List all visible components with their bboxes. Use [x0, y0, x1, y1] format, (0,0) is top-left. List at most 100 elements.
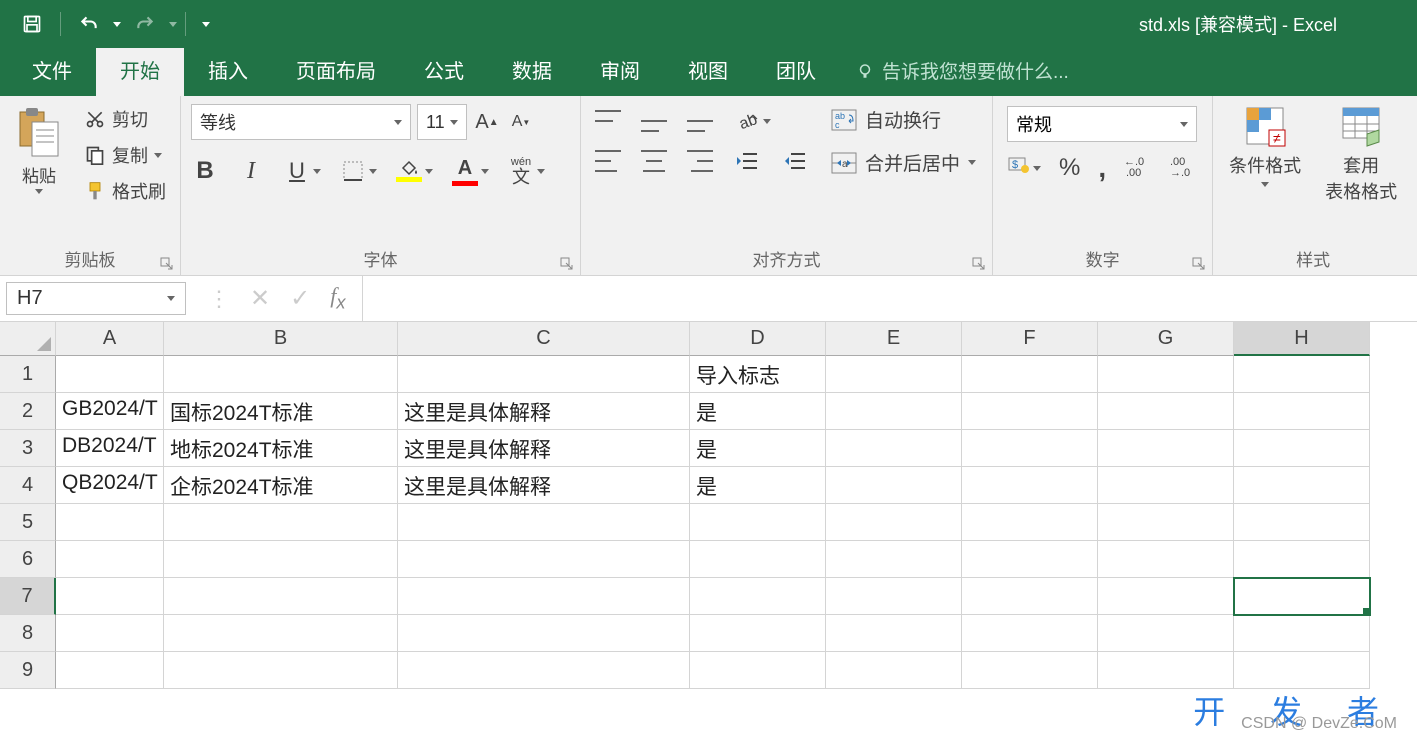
orientation-button[interactable]: ab: [733, 106, 761, 136]
cell[interactable]: [826, 356, 962, 393]
cell[interactable]: [56, 578, 164, 615]
tab-layout[interactable]: 页面布局: [272, 45, 400, 96]
row-header[interactable]: 8: [0, 615, 56, 652]
cell[interactable]: [164, 615, 398, 652]
cell[interactable]: [826, 615, 962, 652]
cell[interactable]: [962, 430, 1098, 467]
orientation-dropdown[interactable]: [763, 119, 771, 124]
font-size-select[interactable]: 11: [417, 104, 467, 140]
column-header[interactable]: G: [1098, 322, 1234, 356]
cell[interactable]: [1234, 430, 1370, 467]
comma-button[interactable]: ,: [1098, 152, 1106, 184]
cell[interactable]: [1098, 504, 1234, 541]
phonetic-button[interactable]: wén 文: [507, 156, 535, 186]
number-launcher[interactable]: [1192, 257, 1206, 271]
undo-button[interactable]: [69, 4, 109, 44]
font-color-dropdown[interactable]: [481, 169, 489, 174]
cell[interactable]: 是: [690, 430, 826, 467]
cell[interactable]: [56, 541, 164, 578]
column-header[interactable]: C: [398, 322, 690, 356]
cell[interactable]: [962, 541, 1098, 578]
tab-review[interactable]: 审阅: [576, 45, 664, 96]
cell[interactable]: 地标2024T标准: [164, 430, 398, 467]
cell[interactable]: [56, 504, 164, 541]
redo-button[interactable]: [125, 4, 165, 44]
cell[interactable]: [1234, 652, 1370, 689]
cell[interactable]: [164, 541, 398, 578]
cell[interactable]: [690, 652, 826, 689]
fx-button[interactable]: fx: [330, 283, 345, 313]
tab-home[interactable]: 开始: [96, 45, 184, 96]
column-header[interactable]: D: [690, 322, 826, 356]
cell[interactable]: [690, 541, 826, 578]
cell[interactable]: [962, 652, 1098, 689]
row-header[interactable]: 7: [0, 578, 56, 615]
bold-button[interactable]: B: [191, 156, 219, 186]
column-header[interactable]: A: [56, 322, 164, 356]
save-button[interactable]: [12, 4, 52, 44]
shrink-font-button[interactable]: A▼: [507, 107, 535, 137]
cell[interactable]: [962, 615, 1098, 652]
paste-button[interactable]: 粘贴: [6, 100, 72, 198]
cell[interactable]: [826, 393, 962, 430]
cancel-formula-button[interactable]: ✕: [250, 284, 270, 313]
cell[interactable]: [398, 615, 690, 652]
row-header[interactable]: 3: [0, 430, 56, 467]
font-name-select[interactable]: 等线: [191, 104, 411, 140]
cell[interactable]: [398, 356, 690, 393]
cell[interactable]: [398, 541, 690, 578]
row-header[interactable]: 5: [0, 504, 56, 541]
cell[interactable]: [1098, 430, 1234, 467]
cell[interactable]: [826, 578, 962, 615]
column-header[interactable]: F: [962, 322, 1098, 356]
tab-data[interactable]: 数据: [488, 45, 576, 96]
align-middle-button[interactable]: [641, 110, 667, 132]
row-header[interactable]: 2: [0, 393, 56, 430]
cell[interactable]: [826, 504, 962, 541]
fbar-expand-icon[interactable]: ⋮: [208, 286, 230, 312]
border-dropdown[interactable]: [369, 169, 377, 174]
cut-button[interactable]: 剪切: [80, 104, 170, 134]
align-right-button[interactable]: [687, 150, 713, 172]
copy-button[interactable]: 复制: [80, 140, 170, 170]
cell[interactable]: [1098, 393, 1234, 430]
qat-customize[interactable]: [202, 22, 210, 27]
grow-font-button[interactable]: A▲: [473, 107, 501, 137]
cell[interactable]: [398, 504, 690, 541]
cell[interactable]: 是: [690, 467, 826, 504]
italic-button[interactable]: I: [237, 156, 265, 186]
cell[interactable]: 导入标志: [690, 356, 826, 393]
percent-button[interactable]: %: [1059, 154, 1080, 182]
cell[interactable]: [1098, 467, 1234, 504]
cell[interactable]: [164, 652, 398, 689]
border-button[interactable]: [339, 156, 367, 186]
cell[interactable]: [690, 578, 826, 615]
cell[interactable]: [56, 356, 164, 393]
cell[interactable]: [826, 541, 962, 578]
name-box[interactable]: H7: [6, 282, 186, 315]
font-launcher[interactable]: [560, 257, 574, 271]
tell-me-search[interactable]: 告诉我您想要做什么...: [840, 57, 1085, 96]
indent-decrease-button[interactable]: [733, 146, 761, 176]
row-header[interactable]: 9: [0, 652, 56, 689]
row-header[interactable]: 6: [0, 541, 56, 578]
underline-dropdown[interactable]: [313, 169, 321, 174]
cell[interactable]: DB2024/T: [56, 430, 164, 467]
tab-formulas[interactable]: 公式: [400, 45, 488, 96]
format-painter-button[interactable]: 格式刷: [80, 176, 170, 206]
row-header[interactable]: 1: [0, 356, 56, 393]
cell[interactable]: [962, 578, 1098, 615]
cell[interactable]: [962, 356, 1098, 393]
cell[interactable]: [398, 578, 690, 615]
number-format-select[interactable]: 常规: [1007, 106, 1197, 142]
cell[interactable]: [1234, 615, 1370, 652]
formula-input[interactable]: [363, 276, 1417, 321]
conditional-format-button[interactable]: ≠ 条件格式: [1219, 100, 1311, 191]
fill-color-dropdown[interactable]: [425, 169, 433, 174]
cell[interactable]: [1234, 393, 1370, 430]
cell[interactable]: [1098, 356, 1234, 393]
accounting-dropdown[interactable]: [1033, 166, 1041, 171]
cell[interactable]: [826, 430, 962, 467]
cell[interactable]: 这里是具体解释: [398, 467, 690, 504]
format-table-button[interactable]: 套用 表格格式: [1315, 100, 1407, 208]
